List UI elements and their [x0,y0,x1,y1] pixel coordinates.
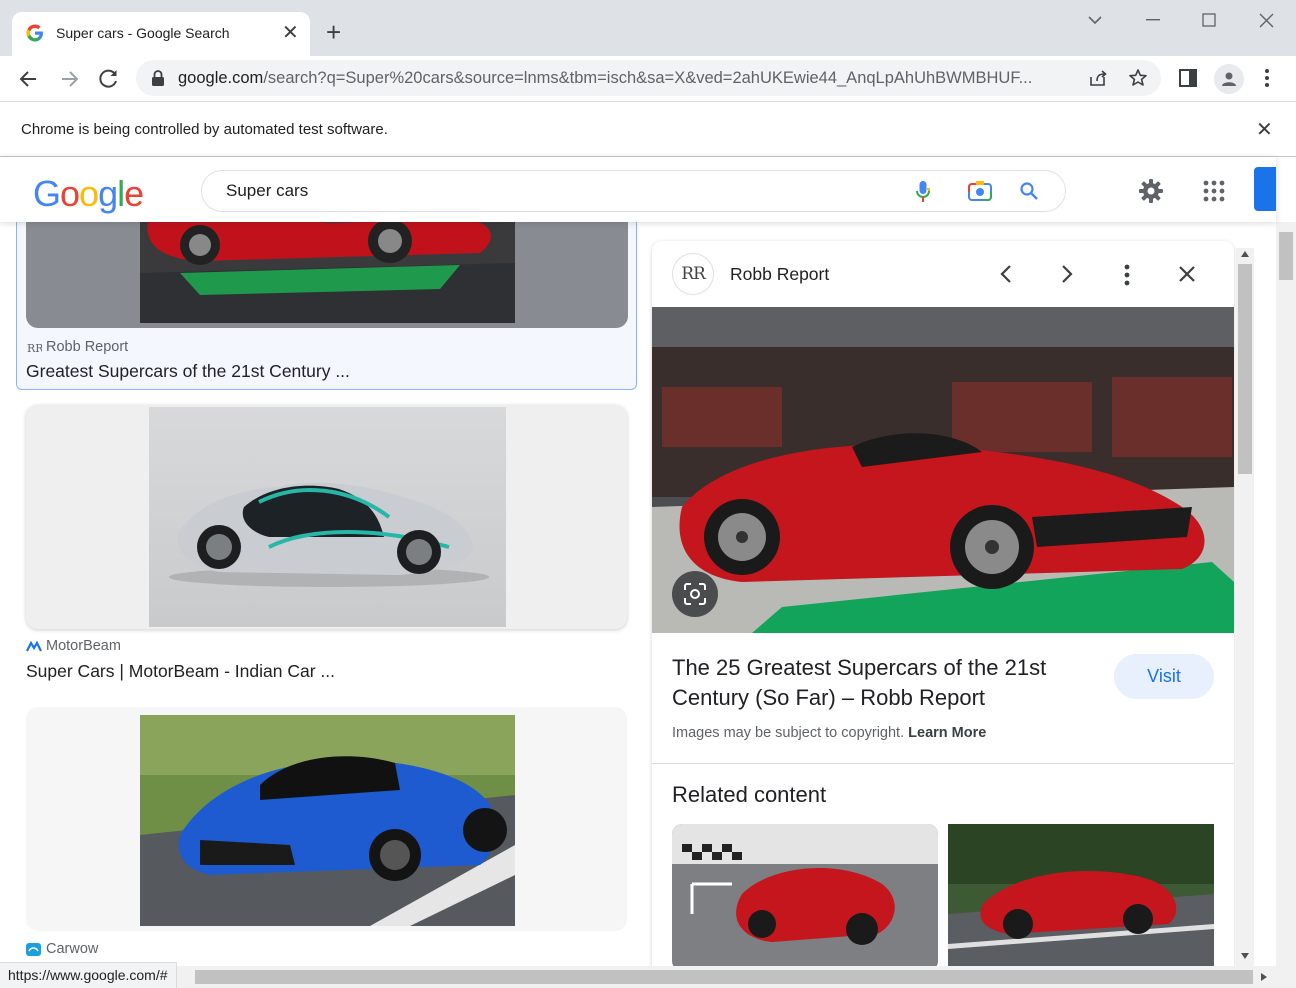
close-preview-icon[interactable] [1178,265,1196,283]
browser-titlebar: Super cars - Google Search ✕ + [0,0,1296,56]
apps-grid-icon[interactable] [1203,180,1225,202]
result-source: MotorBeam [46,638,121,654]
preview-image[interactable] [652,307,1234,633]
minimize-icon[interactable] [1146,19,1160,21]
related-content-heading: Related content [672,782,827,807]
status-bubble: https://www.google.com/# [0,962,177,988]
motorbeam-logo-icon [26,641,42,652]
next-chevron-icon[interactable] [1060,264,1074,284]
page-scrollbar-thumb[interactable] [1279,232,1293,280]
maximize-icon[interactable] [1202,13,1216,27]
visit-button[interactable]: Visit [1114,654,1214,699]
tab-title: Super cars - Google Search [56,25,230,41]
google-logo[interactable]: Google [33,173,144,215]
sign-in-button[interactable] [1254,167,1276,211]
scroll-down-arrow-icon[interactable] [1240,952,1250,960]
result-caption[interactable]: Super Cars | MotorBeam - Indian Car ... [26,661,335,682]
carwow-logo-icon [26,943,41,956]
horizontal-scrollbar[interactable] [0,966,1296,988]
logo-letter: g [98,173,118,214]
infobar-close-icon[interactable]: ✕ [1256,117,1273,142]
page-scrollbar[interactable] [1276,222,1296,966]
preview-panel-scrollbar[interactable] [1236,248,1254,966]
share-icon[interactable] [1088,69,1108,87]
automation-infobar: Chrome is being controlled by automated … [0,102,1296,157]
camera-lens-icon[interactable] [967,179,993,203]
browser-toolbar: google.com/search?q=Super%20cars&source=… [0,56,1296,102]
browser-menu-icon[interactable] [1264,68,1270,88]
result-image [149,407,506,627]
related-image[interactable] [672,824,938,971]
related-image[interactable] [948,824,1214,971]
tab-search-chevron-icon[interactable] [1087,14,1103,26]
result-item-selected[interactable]: RR Robb Report Greatest Supercars of the… [16,222,637,390]
result-source: Carwow [46,941,99,957]
preview-source-name[interactable]: Robb Report [730,264,829,285]
scrollbar-thumb[interactable] [1238,264,1252,474]
result-image-card[interactable] [26,707,627,931]
browser-tab[interactable]: Super cars - Google Search ✕ [12,12,310,56]
search-input[interactable] [226,179,886,203]
divider [652,763,1234,764]
result-image-card[interactable] [26,222,628,328]
forward-arrow-icon[interactable] [56,66,82,92]
logo-letter: G [33,173,61,214]
scroll-right-arrow-icon[interactable] [1260,972,1268,982]
profile-avatar[interactable] [1214,64,1244,94]
lens-icon [684,583,706,605]
preview-title-line2[interactable]: Century (So Far) – Robb Report [672,685,985,711]
result-image-card[interactable] [26,405,627,629]
url-path: /search?q=Super%20cars&source=lnms&tbm=i… [263,69,1033,87]
search-icon[interactable] [1019,181,1039,201]
tab-close-icon[interactable]: ✕ [282,21,299,45]
result-image [140,222,515,323]
infobar-message: Chrome is being controlled by automated … [21,121,388,138]
previous-chevron-icon[interactable] [999,264,1013,284]
scroll-up-arrow-icon[interactable] [1240,250,1250,258]
side-panel-icon[interactable] [1179,69,1197,87]
google-favicon-icon [26,24,43,42]
new-tab-icon[interactable]: + [326,18,341,46]
address-bar[interactable]: google.com/search?q=Super%20cars&source=… [136,60,1161,96]
image-results-grid: RR Robb Report Greatest Supercars of the… [0,222,645,966]
logo-letter: o [60,173,80,214]
url-text: google.com/search?q=Super%20cars&source=… [178,69,1078,88]
source-initials: RR [681,264,706,284]
result-image [140,715,515,926]
search-box[interactable] [201,170,1066,212]
result-source: Robb Report [46,339,129,355]
robb-report-logo-icon: RR [27,342,42,354]
google-header: Google [0,157,1276,222]
back-arrow-icon[interactable] [16,66,42,92]
more-options-icon[interactable] [1124,264,1130,286]
lens-search-button[interactable] [672,571,718,617]
reload-icon[interactable] [96,66,122,92]
copyright-text: Images may be subject to copyright. [672,725,905,741]
logo-letter: e [124,173,144,214]
url-host: google.com [178,69,264,87]
settings-gear-icon[interactable] [1137,177,1165,205]
preview-title-line1[interactable]: The 25 Greatest Supercars of the 21st [672,655,1046,681]
image-preview-panel: RR Robb Report The 25 Greatest Supercars… [652,241,1234,971]
person-icon [1222,72,1236,86]
microphone-icon[interactable] [915,180,931,204]
result-caption[interactable]: Greatest Supercars of the 21st Century .… [26,361,350,382]
svg-text:RR: RR [27,342,42,354]
window-close-icon[interactable] [1259,13,1274,28]
bookmark-star-icon[interactable] [1128,68,1148,88]
horizontal-scrollbar-thumb[interactable] [195,970,1253,984]
copyright-notice: Images may be subject to copyright. Lear… [672,725,986,741]
learn-more-link[interactable]: Learn More [908,725,986,741]
logo-letter: o [79,173,99,214]
source-avatar[interactable]: RR [672,253,714,295]
lock-icon[interactable] [150,69,166,87]
